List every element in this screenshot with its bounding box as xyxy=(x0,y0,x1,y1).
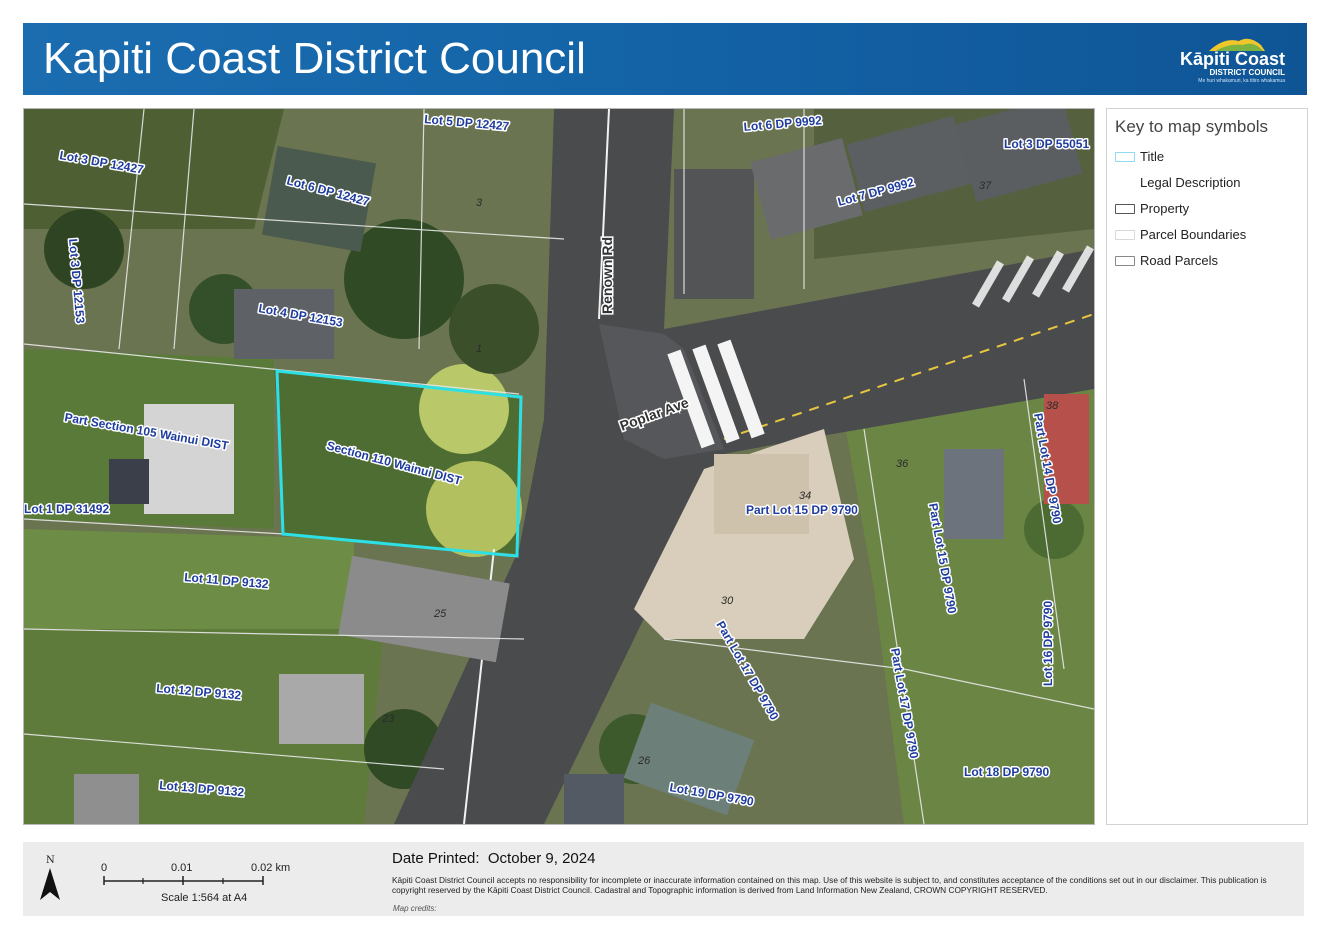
street-number: 3 xyxy=(476,197,483,209)
page-title: Kapiti Coast District Council xyxy=(43,34,586,83)
legend-label: Legal Description xyxy=(1140,175,1241,190)
date-value: October 9, 2024 xyxy=(487,850,596,867)
header-banner: Kapiti Coast District Council Kāpiti Coa… xyxy=(23,23,1307,95)
parcel-label: Part Lot 15 DP 9790 xyxy=(746,503,858,517)
legend-swatch-road xyxy=(1115,256,1135,266)
street-number: 26 xyxy=(637,755,651,767)
aerial-map[interactable]: Renown Rd Poplar Ave Lot 5 DP 12427 Lot … xyxy=(23,108,1095,825)
footer: N 0 0.01 0.02 km Scale 1:564 at A4 Date … xyxy=(23,842,1304,916)
legend-swatch-property xyxy=(1115,204,1135,214)
legend-swatch-parcel xyxy=(1115,230,1135,240)
legend-label: Parcel Boundaries xyxy=(1140,227,1247,242)
legend-item-property: Property xyxy=(1115,201,1305,221)
parcel-label: Lot 18 DP 9790 xyxy=(964,765,1049,779)
north-label: N xyxy=(46,855,55,866)
north-arrow-icon xyxy=(40,868,60,900)
road-label-renown: Renown Rd xyxy=(599,237,615,314)
street-number: 34 xyxy=(799,490,811,502)
map-credits: Map credits: xyxy=(393,904,437,913)
map-legend: Key to map symbols Title Legal Descripti… xyxy=(1106,108,1308,825)
street-number: 30 xyxy=(721,595,734,607)
logo-tagline: Me huri whakamuri, ka titiro whakamua xyxy=(1198,78,1285,84)
disclaimer-text: Kāpiti Coast District Council accepts no… xyxy=(392,875,1267,895)
scale-line xyxy=(103,876,264,885)
scale-tick: 0.01 xyxy=(171,862,193,874)
date-printed: Date Printed: October 9, 2024 xyxy=(392,850,595,867)
parcel-label: Lot 16 DP 9790 xyxy=(1041,601,1055,686)
street-number: 37 xyxy=(979,180,992,192)
logo-subtext: DISTRICT COUNCIL xyxy=(1209,68,1285,77)
legend-item-legal-description: Legal Description xyxy=(1115,175,1305,195)
street-number: 38 xyxy=(1046,400,1059,412)
scale-tick: 0 xyxy=(101,862,108,874)
scale-bar: 0 0.01 0.02 km Scale 1:564 at A4 xyxy=(95,860,305,910)
street-number: 25 xyxy=(433,608,447,620)
legend-label: Property xyxy=(1140,201,1190,216)
date-label: Date Printed: xyxy=(392,850,480,867)
scale-label: Scale 1:564 at A4 xyxy=(161,892,248,904)
parcel-label: Lot 3 DP 55051 xyxy=(1004,137,1089,151)
legend-label: Road Parcels xyxy=(1140,253,1219,268)
legend-swatch-title xyxy=(1115,152,1135,162)
legend-item-parcel-boundaries: Parcel Boundaries xyxy=(1115,227,1305,247)
legend-item-title: Title xyxy=(1115,149,1305,169)
scale-tick: 0.02 km xyxy=(251,862,291,874)
legend-label: Title xyxy=(1140,149,1165,164)
legend-item-road-parcels: Road Parcels xyxy=(1115,253,1305,273)
street-number: 23 xyxy=(381,713,395,725)
council-logo: Kāpiti Coast DISTRICT COUNCIL Me huri wh… xyxy=(1175,33,1285,87)
street-number: 1 xyxy=(476,343,482,355)
street-number: 36 xyxy=(896,458,909,470)
parcel-label: Lot 1 DP 31492 xyxy=(24,502,109,516)
legend-title: Key to map symbols xyxy=(1115,117,1269,136)
logo-text: Kāpiti Coast xyxy=(1179,49,1285,69)
